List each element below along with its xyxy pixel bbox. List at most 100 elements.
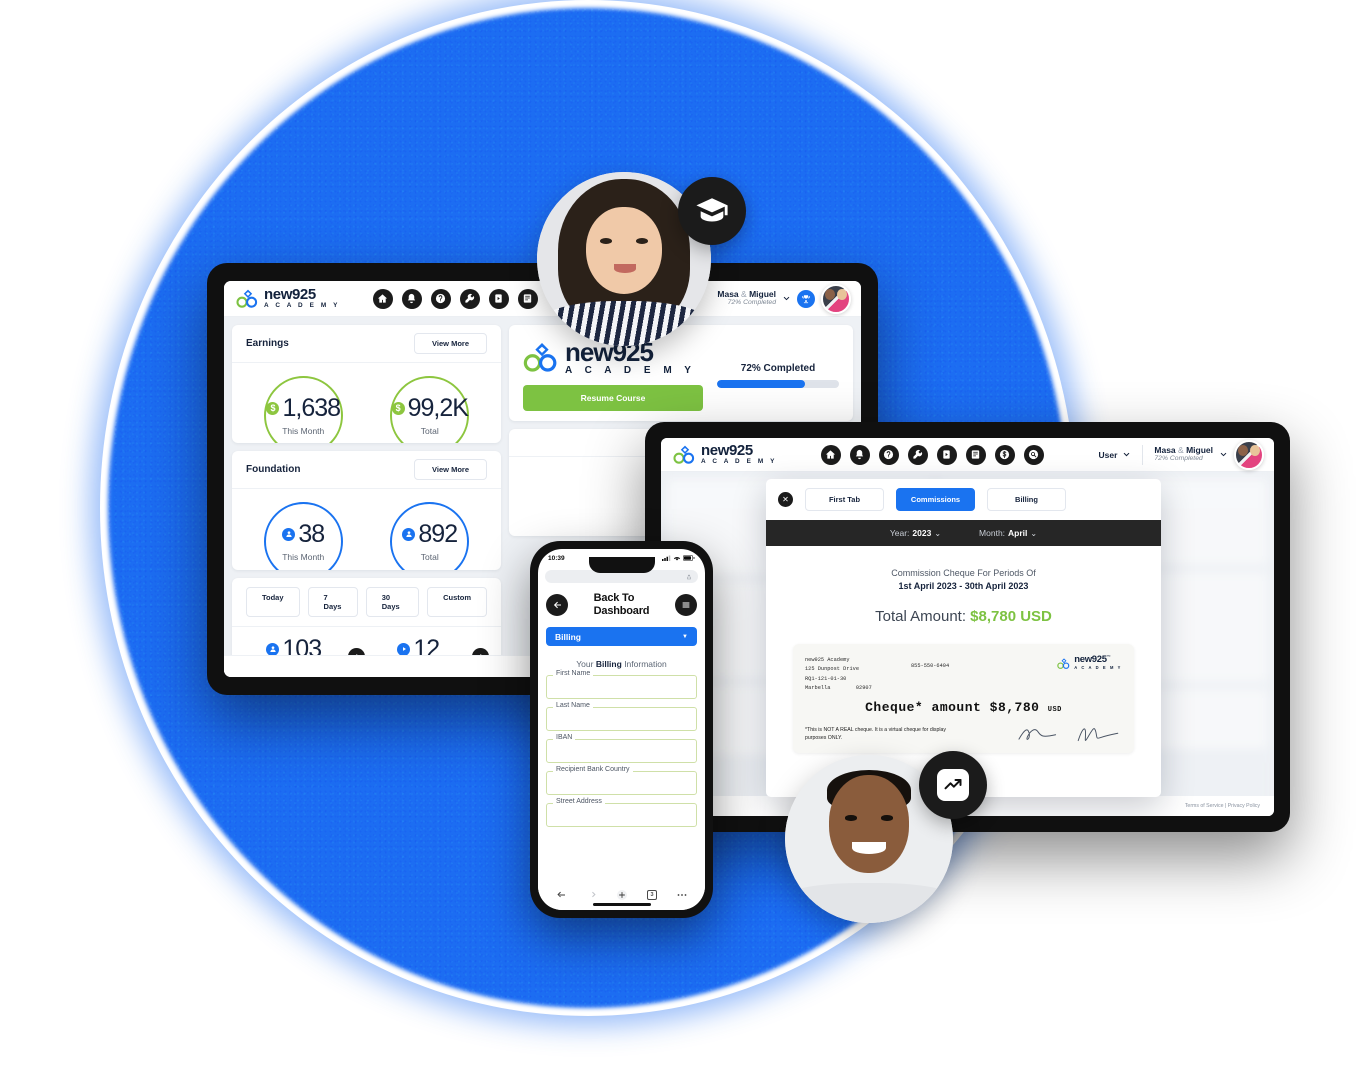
phone-screen: 10:39 Back To Dashboard Billing ▼ Your B… <box>538 549 705 910</box>
question-icon[interactable] <box>430 288 451 309</box>
tablet1-user-menu[interactable]: Masa & Miguel 72% Completed <box>717 283 851 314</box>
browser-forward-icon[interactable] <box>586 889 598 901</box>
more-options-icon[interactable] <box>676 889 688 901</box>
earnings-month-ring: $ 1,638 This Month <box>263 376 343 444</box>
first-name-field[interactable]: First Name <box>546 670 697 700</box>
new-tab-plus-icon[interactable] <box>616 889 628 901</box>
home-icon[interactable] <box>372 288 393 309</box>
trophy-badge-icon <box>797 289 815 308</box>
brand-subtitle: A C A D E M Y <box>701 458 777 466</box>
earnings-card: Earnings View More $ 1,638 This Month $ … <box>232 325 501 444</box>
signature-one-icon <box>1018 728 1057 740</box>
brand-subtitle: A C A D E M Y <box>1074 664 1122 670</box>
chevron-down-icon[interactable] <box>782 294 791 303</box>
user-avatar[interactable] <box>821 283 851 314</box>
earnings-total-value: 99,2K <box>407 393 469 422</box>
filter-30-days[interactable]: 30 Days <box>365 586 420 617</box>
bell-icon[interactable] <box>401 288 422 309</box>
commissions-modal: ✕ First Tab Commissions Billing Year: 20… <box>766 479 1161 797</box>
tablet2-user-menu[interactable]: Masa & Miguel 72% Completed <box>1154 439 1264 470</box>
home-icon[interactable] <box>820 444 841 465</box>
earnings-card-header: Earnings View More <box>232 325 501 363</box>
month-value: April <box>1008 528 1028 538</box>
earnings-total-ring: $ 99,2K Total <box>390 376 470 444</box>
tab-count-icon[interactable]: 3 <box>647 890 658 900</box>
chevron-down-icon[interactable]: ⌄ <box>1030 529 1037 538</box>
billing-form: First Name Last Name IBAN Recipient Bank… <box>538 669 705 828</box>
video-icon[interactable] <box>936 444 957 465</box>
month-label: Month: <box>979 528 1006 538</box>
phone-header: Back To Dashboard <box>538 583 705 621</box>
month-select[interactable]: Month: April ⌄ <box>979 528 1037 538</box>
cheque-phone: 855-550-6404 <box>911 663 950 669</box>
brand-logo[interactable]: new925 A C A D E M Y <box>236 287 340 309</box>
chevron-down-icon[interactable] <box>1122 450 1131 459</box>
foundation-view-more-button[interactable]: View More <box>414 459 487 481</box>
foundation-total-ring: 892 Total <box>390 502 470 570</box>
foundation-metrics: 38 This Month 892 Total <box>232 489 501 570</box>
foundation-card: Foundation View More 38 This Month 892 T… <box>232 451 501 570</box>
dollar-icon[interactable] <box>994 444 1015 465</box>
course-progress: 72% Completed <box>717 363 839 388</box>
iban-field[interactable]: IBAN <box>546 734 697 764</box>
filter-7-days[interactable]: 7 Days <box>307 586 358 617</box>
earnings-view-more-button[interactable]: View More <box>414 333 487 354</box>
cheque-disclaimer: *This is NOT A REAL cheque. It is a virt… <box>805 727 946 742</box>
modal-tab-bar: ✕ First Tab Commissions Billing <box>766 479 1161 520</box>
filter-custom[interactable]: Custom <box>427 586 487 617</box>
browser-back-icon[interactable] <box>555 889 567 901</box>
graduation-cap-icon <box>678 177 746 245</box>
virtual-cheque: new925 Academy 125 Dunpost Drive RQ1-121… <box>793 644 1134 753</box>
wrench-icon[interactable] <box>459 288 480 309</box>
street-address-label: Street Address <box>553 798 605 806</box>
wifi-icon <box>673 556 681 561</box>
foundation-month-label: This Month <box>282 551 325 562</box>
year-label: Year: <box>889 528 910 538</box>
document-icon[interactable] <box>517 288 538 309</box>
tab-first-tab[interactable]: First Tab <box>805 488 884 511</box>
back-arrow-icon[interactable] <box>546 593 568 616</box>
chevron-down-icon[interactable]: ⌄ <box>934 529 941 538</box>
close-icon[interactable]: ✕ <box>778 492 793 507</box>
street-address-field[interactable]: Street Address <box>546 798 697 828</box>
last-name-field[interactable]: Last Name <box>546 702 697 732</box>
foundation-title: Foundation <box>246 464 301 476</box>
search-icon[interactable] <box>1023 444 1044 465</box>
brand-logo[interactable]: new925 A C A D E M Y <box>673 443 777 465</box>
total-amount-row: Total Amount: $8,780 USD <box>786 608 1141 625</box>
foundation-month-ring: 38 This Month <box>263 502 343 570</box>
cheque-currency: USD <box>1047 706 1062 715</box>
document-icon[interactable] <box>965 444 986 465</box>
user-avatar[interactable] <box>1234 439 1264 470</box>
chart-square <box>937 769 969 801</box>
commission-details: Commission Cheque For Periods Of 1st Apr… <box>766 546 1161 753</box>
share-icon[interactable] <box>686 574 692 580</box>
phone-notch <box>588 557 655 573</box>
brand-name: new925 <box>701 442 753 460</box>
tab-billing[interactable]: Billing <box>987 488 1066 511</box>
tab-commissions[interactable]: Commissions <box>896 488 975 511</box>
cheque-period-caption: Commission Cheque For Periods Of <box>891 568 1036 578</box>
cheque-brand-logo: new925™ A C A D E M Y <box>1057 655 1122 670</box>
filter-today[interactable]: Today <box>246 586 300 617</box>
footer-links[interactable]: Terms of Service | Privacy Policy <box>1185 803 1260 809</box>
recipient-bank-country-label: Recipient Bank Country <box>553 766 633 774</box>
bell-icon[interactable] <box>849 444 870 465</box>
chevron-down-icon[interactable] <box>1219 450 1228 459</box>
user-role-dropdown[interactable]: User <box>1098 450 1131 460</box>
user-name: Masa & Miguel <box>717 288 776 299</box>
recipient-bank-country-field[interactable]: Recipient Bank Country <box>546 766 697 796</box>
year-select[interactable]: Year: 2023 ⌄ <box>890 528 941 538</box>
hamburger-menu-icon[interactable] <box>675 593 697 616</box>
period-selector-bar: Year: 2023 ⌄ Month: April ⌄ <box>766 520 1161 546</box>
chevron-down-icon[interactable]: ▼ <box>682 634 688 640</box>
wrench-icon[interactable] <box>907 444 928 465</box>
play-pill-icon <box>397 642 411 656</box>
screenshot-stage: new925 A C A D E M Y Masa & Miguel 72% C… <box>0 0 1360 1089</box>
question-icon[interactable] <box>878 444 899 465</box>
video-icon[interactable] <box>488 288 509 309</box>
resume-course-button[interactable]: Resume Course <box>523 385 703 411</box>
last-name-label: Last Name <box>553 702 593 710</box>
section-select[interactable]: Billing ▼ <box>546 627 697 647</box>
first-name-label: First Name <box>553 670 594 678</box>
